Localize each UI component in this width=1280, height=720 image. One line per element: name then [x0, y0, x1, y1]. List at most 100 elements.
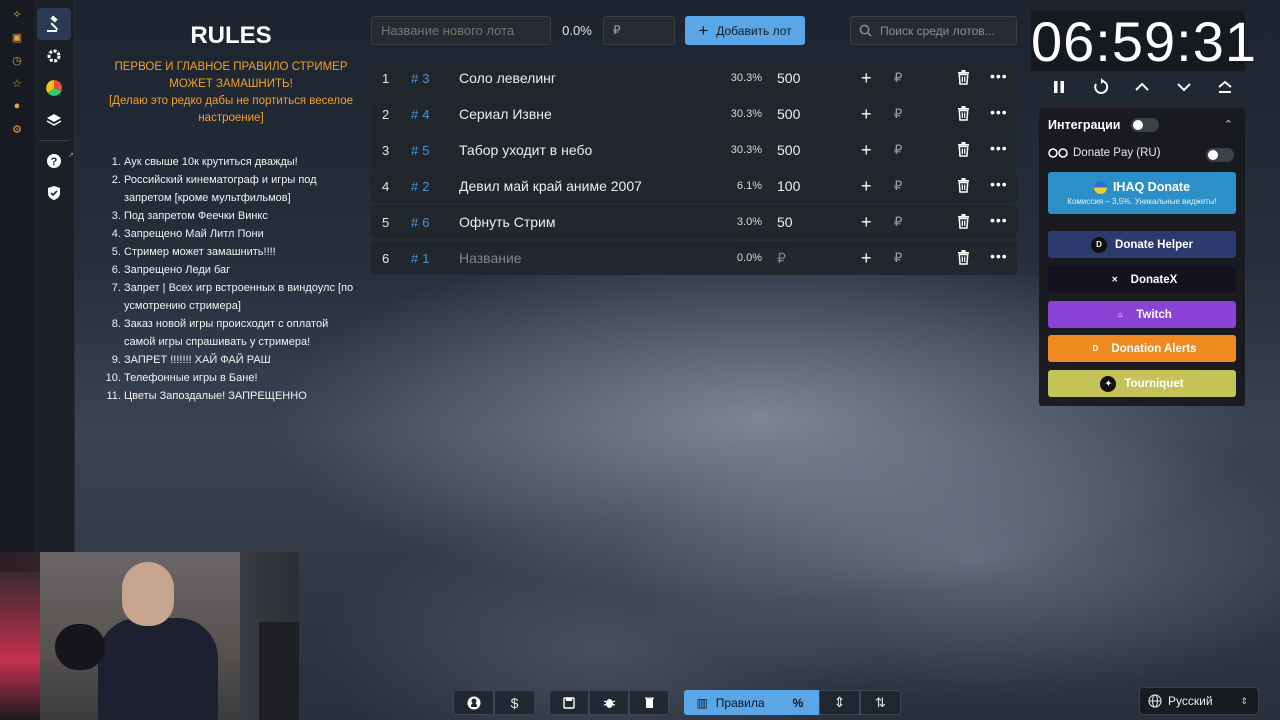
donate-pay-toggle[interactable]	[1206, 148, 1234, 162]
rule-item: Запрещено Май Литл Пони	[124, 225, 362, 243]
github-button[interactable]	[453, 690, 494, 715]
add-lot-button[interactable]: + Добавить лот	[685, 16, 805, 45]
new-lot-name-input[interactable]	[371, 16, 551, 45]
sidebar-item-auction[interactable]	[37, 8, 71, 40]
integration-donation-alerts-button[interactable]: D Donation Alerts	[1048, 335, 1236, 362]
trash-icon	[958, 178, 969, 193]
timer-controls	[1039, 76, 1245, 98]
lot-amount[interactable]: 100	[777, 178, 800, 194]
integration-donate-helper-button[interactable]: D Donate Helper	[1048, 231, 1236, 258]
reset-button[interactable]	[1089, 76, 1113, 98]
add-amount-button[interactable]: +	[861, 140, 872, 161]
bug-report-button[interactable]	[589, 690, 629, 715]
pause-button[interactable]	[1047, 76, 1071, 98]
more-options-icon[interactable]: •••	[990, 248, 1008, 264]
more-options-icon[interactable]: •••	[990, 104, 1008, 120]
dollar-icon: $	[510, 694, 519, 711]
service-icon: D	[1091, 236, 1108, 253]
lot-name[interactable]: Соло левелинг	[459, 70, 556, 86]
sidebar-item-help[interactable]: ? ↗	[37, 145, 74, 177]
new-lot-amount-input[interactable]: ₽	[603, 16, 675, 45]
integrations-toggle[interactable]	[1131, 118, 1159, 132]
compact-view-button[interactable]: ⇕	[819, 690, 860, 715]
integration-donatex-button[interactable]: ✕ DonateX	[1048, 266, 1236, 293]
add-amount-button[interactable]: +	[861, 176, 872, 197]
integration-twitch-button[interactable]: ⌂ Twitch	[1048, 301, 1236, 328]
add-amount-button[interactable]: +	[861, 212, 872, 233]
lot-amount[interactable]: 500	[777, 106, 800, 122]
lot-percent: 3.0%	[736, 216, 762, 228]
sidebar-item-layers[interactable]	[37, 104, 71, 136]
lot-add-amount-input[interactable]: ₽	[894, 70, 902, 86]
clear-button[interactable]	[629, 690, 669, 715]
delete-lot-button[interactable]	[957, 142, 970, 160]
more-options-icon[interactable]: •••	[990, 68, 1008, 84]
more-options-icon[interactable]: •••	[990, 140, 1008, 156]
search-input[interactable]: Поиск среди лотов...	[850, 16, 1017, 45]
palette-icon[interactable]: ●	[9, 98, 25, 114]
delete-lot-button[interactable]	[957, 250, 970, 268]
delete-lot-button[interactable]	[957, 214, 970, 232]
lot-add-amount-input[interactable]: ₽	[894, 214, 902, 230]
more-options-icon[interactable]: •••	[990, 176, 1008, 192]
lot-amount[interactable]: 500	[777, 142, 800, 158]
delete-lot-button[interactable]	[957, 106, 970, 124]
language-select[interactable]: Русский ⇕	[1139, 687, 1259, 715]
search-placeholder: Поиск среди лотов...	[880, 23, 995, 38]
lot-name[interactable]: Табор уходит в небо	[459, 142, 592, 158]
lot-add-amount-input[interactable]: ₽	[894, 142, 902, 158]
delete-lot-button[interactable]	[957, 178, 970, 196]
lot-row[interactable]: 6 #1 Название 0.0% ₽ + ₽ •••	[371, 241, 1017, 275]
integration-tourniquet-button[interactable]: ✦ Tourniquet	[1048, 370, 1236, 397]
sidebar-item-moderation[interactable]	[37, 177, 71, 209]
time-down-button[interactable]	[1172, 76, 1196, 98]
lot-row[interactable]: 4 #2 Девил май край аниме 2007 6.1% 100 …	[371, 169, 1017, 203]
chevron-up-icon[interactable]: ⌃	[1224, 118, 1233, 131]
history-icon[interactable]: ◷	[9, 52, 25, 68]
trash-icon	[958, 214, 969, 229]
lot-id-prefix: #	[411, 106, 419, 122]
lot-row[interactable]: 2 #4 Сериал Извне 30.3% 500 + ₽ •••	[371, 97, 1017, 131]
lot-name[interactable]: Название	[459, 250, 522, 266]
lot-name[interactable]: Сериал Извне	[459, 106, 552, 122]
lots-table: 1 #3 Соло левелинг 30.3% 500 + ₽ ••• 2 #…	[371, 61, 1017, 277]
sort-button[interactable]: ⇅	[860, 690, 901, 715]
bug-icon	[603, 699, 615, 708]
lot-add-amount-input[interactable]: ₽	[894, 250, 902, 266]
lot-amount[interactable]: 500	[777, 70, 800, 86]
more-options-icon[interactable]: •••	[990, 212, 1008, 228]
save-button[interactable]	[549, 690, 589, 715]
donate-button[interactable]: $	[494, 690, 535, 715]
lot-name[interactable]: Офнуть Стрим	[459, 214, 556, 230]
rule-item: Российский кинематограф и игры под запре…	[124, 171, 362, 207]
time-up-button[interactable]	[1130, 76, 1154, 98]
lot-row[interactable]: 5 #6 Офнуть Стрим 3.0% 50 + ₽ •••	[371, 205, 1017, 239]
lot-amount[interactable]: 50	[777, 214, 793, 230]
lot-name[interactable]: Девил май край аниме 2007	[459, 178, 642, 194]
percent-toggle-button[interactable]: %	[777, 690, 819, 715]
lot-add-amount-input[interactable]: ₽	[894, 106, 902, 122]
bookmark-icon[interactable]: ▣	[9, 29, 25, 45]
lot-row[interactable]: 1 #3 Соло левелинг 30.3% 500 + ₽ •••	[371, 61, 1017, 95]
add-amount-button[interactable]: +	[861, 68, 872, 89]
ihaq-donate-button[interactable]: IHAQ Donate Комиссия – 3,5%. Уникальные …	[1048, 172, 1236, 214]
rules-toggle-button[interactable]: ▥ Правила	[684, 690, 777, 715]
donate-pay-row: Donate Pay (RU)	[1048, 147, 1161, 159]
lot-index: 5	[382, 214, 390, 230]
sparkle-icon[interactable]: ✧	[9, 6, 25, 22]
sidebar-item-settings[interactable]	[37, 40, 71, 72]
lot-id-prefix: #	[411, 178, 419, 194]
lot-row[interactable]: 3 #5 Табор уходит в небо 30.3% 500 + ₽ •…	[371, 133, 1017, 167]
percent-label: %	[792, 695, 804, 710]
settings-icon[interactable]: ⚙	[9, 121, 25, 137]
star-icon[interactable]: ☆	[9, 75, 25, 91]
sidebar-item-wheel[interactable]	[37, 72, 71, 104]
lot-add-amount-input[interactable]: ₽	[894, 178, 902, 194]
add-amount-button[interactable]: +	[861, 248, 872, 269]
time-double-up-button[interactable]	[1213, 76, 1237, 98]
rule-item: Под запретом Феечки Винкс	[124, 207, 362, 225]
delete-lot-button[interactable]	[957, 70, 970, 88]
lot-amount[interactable]: ₽	[777, 250, 786, 267]
add-amount-button[interactable]: +	[861, 104, 872, 125]
double-chevron-up-icon	[1218, 80, 1232, 93]
